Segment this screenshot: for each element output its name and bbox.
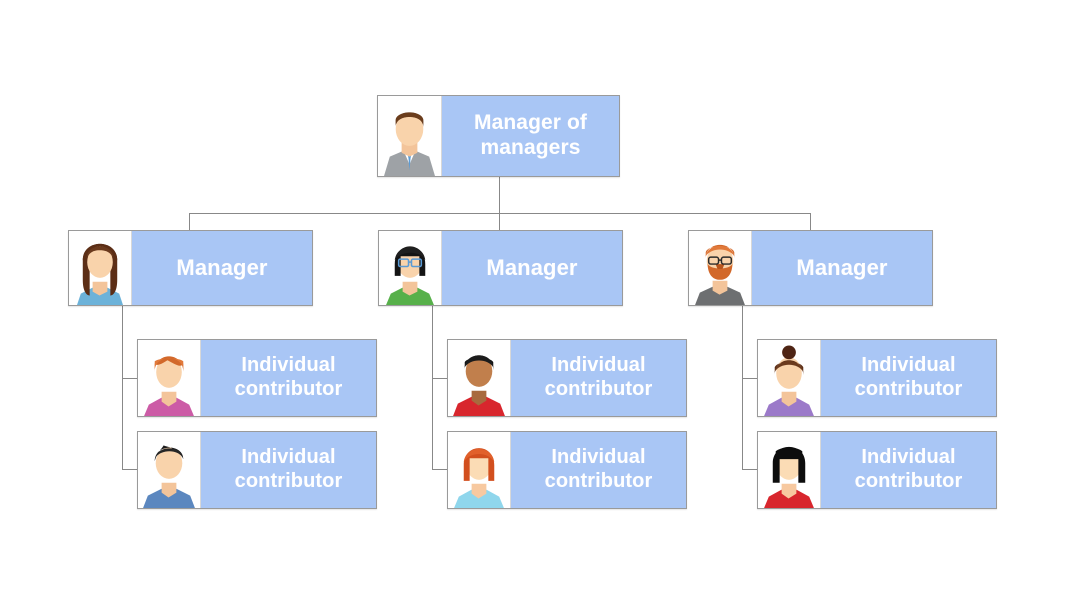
- node-manager-2[interactable]: Manager: [378, 230, 623, 306]
- connector-stub-ic-1-2: [122, 469, 137, 470]
- avatar-woman-red-bob-hair-light-cyan-top: [448, 432, 511, 508]
- node-label: Manager: [176, 255, 268, 281]
- node-label: Individual contributor: [854, 446, 963, 492]
- node-label: Individual contributor: [854, 354, 963, 400]
- connector-spine-manager-3: [742, 305, 743, 469]
- node-label: Manager: [486, 255, 578, 281]
- node-label: Individual contributor: [234, 446, 343, 492]
- connector-spine-manager-1: [122, 305, 123, 469]
- node-ic-3-2[interactable]: Individual contributor: [757, 431, 997, 509]
- avatar-woman-brown-hair-bun-purple-top: [758, 340, 821, 416]
- connector-drop-manager-3: [810, 213, 811, 231]
- avatar-woman-long-dark-brown-hair-light-blue-top: [69, 231, 132, 305]
- node-ic-3-1[interactable]: Individual contributor: [757, 339, 997, 417]
- avatar-man-dark-skin-black-hair-red-shirt: [448, 340, 511, 416]
- avatar-woman-short-auburn-hair-pink-top: [138, 340, 201, 416]
- node-ic-2-1[interactable]: Individual contributor: [447, 339, 687, 417]
- node-label: Manager: [796, 255, 888, 281]
- node-label: Manager of managers: [473, 111, 587, 159]
- node-ic-1-1[interactable]: Individual contributor: [137, 339, 377, 417]
- connector-stub-ic-1-1: [122, 378, 137, 379]
- connector-root-stem: [499, 177, 500, 214]
- avatar-man-black-spiky-hair-steel-blue-shirt: [138, 432, 201, 508]
- connector-stub-ic-2-2: [432, 469, 447, 470]
- connector-stub-ic-2-1: [432, 378, 447, 379]
- node-manager-of-managers[interactable]: Manager of managers: [377, 95, 620, 177]
- avatar-woman-black-bob-bangs-red-top: [758, 432, 821, 508]
- node-manager-1[interactable]: Manager: [68, 230, 313, 306]
- node-label: Individual contributor: [544, 354, 653, 400]
- avatar-man-ginger-hair-beard-glasses-gray-shirt: [689, 231, 752, 305]
- node-label: Individual contributor: [234, 354, 343, 400]
- connector-level1-bar: [189, 213, 811, 214]
- connector-spine-manager-2: [432, 305, 433, 469]
- org-chart-canvas: Manager of managers Manager Individual c…: [0, 0, 1080, 608]
- connector-drop-manager-2: [499, 213, 500, 231]
- connector-drop-manager-1: [189, 213, 190, 231]
- node-label: Individual contributor: [544, 446, 653, 492]
- avatar-woman-black-bob-hair-blue-glasses-green-top: [379, 231, 442, 305]
- node-ic-1-2[interactable]: Individual contributor: [137, 431, 377, 509]
- node-manager-3[interactable]: Manager: [688, 230, 933, 306]
- connector-stub-ic-3-1: [742, 378, 757, 379]
- connector-stub-ic-3-2: [742, 469, 757, 470]
- avatar-man-dark-brown-hair-gray-suit-blue-tie: [378, 96, 442, 176]
- node-ic-2-2[interactable]: Individual contributor: [447, 431, 687, 509]
